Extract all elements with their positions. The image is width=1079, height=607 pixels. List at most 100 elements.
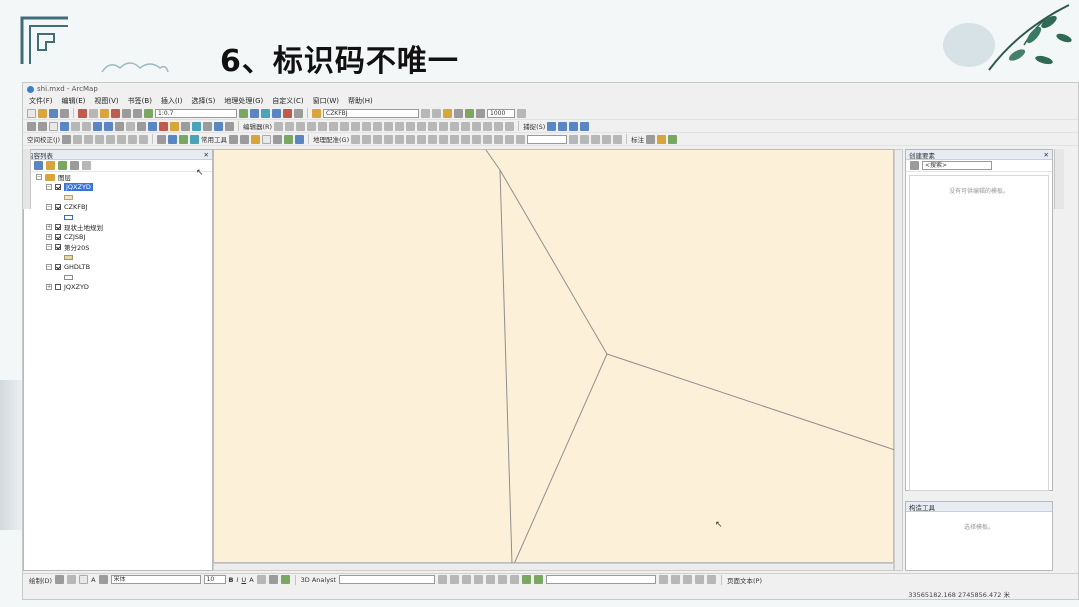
georef-tool-icon[interactable] (494, 134, 504, 144)
edit-tool-icon[interactable] (296, 121, 306, 131)
collapse-icon[interactable]: − (46, 264, 52, 270)
clear-selection-icon[interactable] (126, 121, 135, 131)
edit-tool-icon[interactable] (351, 121, 361, 131)
parcel-boundary-line[interactable] (485, 149, 608, 565)
html-popup-icon[interactable] (170, 121, 179, 131)
editor-menu[interactable]: 编辑器(R) (243, 121, 272, 131)
layer-visibility-checkbox[interactable] (55, 204, 61, 210)
forward-extent-icon[interactable] (104, 121, 113, 131)
layer-visibility-checkbox[interactable] (55, 224, 61, 230)
edit-tool-icon[interactable] (307, 121, 317, 131)
georef-tool-icon[interactable] (569, 134, 579, 144)
tool-icon[interactable] (262, 134, 271, 144)
edit-tool-icon[interactable] (417, 121, 427, 131)
toc-close-icon[interactable]: ✕ (204, 151, 209, 159)
zoom-out-icon[interactable] (38, 121, 47, 131)
georef-tool-icon[interactable] (362, 134, 372, 144)
search-window-icon[interactable] (272, 108, 281, 118)
menu-view[interactable]: 视图(V) (94, 96, 118, 106)
fixed-zoom-out-icon[interactable] (82, 121, 91, 131)
layer-group-root[interactable]: − 图层 (36, 172, 212, 182)
cut-icon[interactable] (78, 108, 87, 118)
adjust-tool-icon[interactable] (139, 134, 148, 144)
time-slider-icon[interactable] (214, 121, 223, 131)
line-color-icon[interactable] (268, 575, 278, 584)
edit-tool-icon[interactable] (285, 121, 295, 131)
3d-tool-icon[interactable] (485, 575, 495, 584)
save-icon[interactable] (49, 108, 58, 118)
edit-tool-icon[interactable] (329, 121, 339, 131)
georef-tool-icon[interactable] (428, 134, 438, 144)
text-tool-icon[interactable]: A (91, 576, 95, 584)
menu-insert[interactable]: 插入(I) (161, 96, 183, 106)
layer-item[interactable]: − 第分20S (36, 242, 212, 252)
parcel-boundary-line[interactable] (499, 169, 513, 565)
page-text-menu[interactable]: 页面文本(P) (727, 575, 762, 585)
select-features-icon[interactable] (115, 121, 124, 131)
new-document-icon[interactable] (27, 108, 36, 118)
toc-options-icon[interactable] (82, 161, 91, 170)
3d-tool-icon[interactable] (473, 575, 483, 584)
georef-tool-icon[interactable] (580, 134, 590, 144)
edit-tool-icon[interactable] (373, 121, 383, 131)
georef-tool-icon[interactable] (472, 134, 482, 144)
menu-windows[interactable]: 窗口(W) (313, 96, 339, 106)
3d-tool-icon[interactable] (706, 575, 716, 584)
print-icon[interactable] (60, 108, 69, 118)
georef-tool-icon[interactable] (417, 134, 427, 144)
3d-tool-icon[interactable] (509, 575, 519, 584)
collapse-icon[interactable]: − (46, 244, 52, 250)
undo-icon[interactable] (122, 108, 131, 118)
3d-tool-icon[interactable] (449, 575, 459, 584)
georef-tool-icon[interactable] (373, 134, 383, 144)
3d-tool-icon[interactable] (670, 575, 680, 584)
label-tool-icon[interactable] (668, 134, 678, 144)
layer-name[interactable]: JQXZYD (64, 183, 93, 191)
3d-tool-icon[interactable] (682, 575, 692, 584)
copy-icon[interactable] (89, 108, 98, 118)
fixed-zoom-in-icon[interactable] (71, 121, 80, 131)
menu-bookmarks[interactable]: 书签(B) (128, 96, 152, 106)
3d-surface-combo[interactable] (545, 575, 656, 584)
layer-item[interactable]: − JQXZYD (36, 182, 212, 192)
value-combo[interactable]: 1000 (487, 108, 515, 118)
3d-tool-icon[interactable] (497, 575, 507, 584)
edit-tool-icon[interactable] (483, 121, 493, 131)
right-dock-strip[interactable] (1054, 149, 1064, 209)
template-search-input[interactable]: <搜索> (922, 161, 992, 170)
menu-geoprocessing[interactable]: 地理处理(G) (224, 96, 263, 106)
adjust-tool-icon[interactable] (106, 134, 115, 144)
underline-button[interactable]: U (241, 576, 246, 584)
layer-item[interactable]: − CZKFBJ (36, 202, 212, 212)
3d-layer-combo[interactable] (338, 575, 435, 584)
end-snap-icon[interactable] (558, 121, 568, 131)
georef-tool-icon[interactable] (602, 134, 612, 144)
rectangle-icon[interactable] (79, 575, 89, 584)
snapping-menu[interactable]: 捕捉(S) (523, 121, 545, 131)
parcel-boundary-line[interactable] (606, 353, 896, 451)
collapse-icon[interactable]: − (46, 204, 52, 210)
bold-button[interactable]: B (229, 576, 234, 584)
3d-tool-icon[interactable] (461, 575, 471, 584)
menu-help[interactable]: 帮助(H) (348, 96, 373, 106)
menu-file[interactable]: 文件(F) (29, 96, 53, 106)
tool-icon[interactable] (465, 108, 474, 118)
tool-icon[interactable] (517, 108, 526, 118)
left-dock-strip[interactable] (23, 149, 31, 209)
edit-vertices-icon[interactable] (312, 108, 321, 118)
python-window-icon[interactable] (294, 108, 303, 118)
georef-tool-icon[interactable] (461, 134, 471, 144)
toc-window-icon[interactable] (250, 108, 259, 118)
georef-tool-icon[interactable] (505, 134, 515, 144)
edit-tool-icon[interactable] (494, 121, 504, 131)
label-menu[interactable]: 标注 (631, 134, 644, 144)
font-color-button[interactable]: A (249, 576, 253, 584)
3d-tool-icon[interactable] (658, 575, 668, 584)
layer-item[interactable]: − GHDLTB (36, 262, 212, 272)
edit-tool-icon[interactable] (274, 121, 284, 131)
edit-tool-icon[interactable] (362, 121, 372, 131)
list-by-visibility-icon[interactable] (58, 161, 67, 170)
georef-tool-icon[interactable] (613, 134, 623, 144)
edit-tool-icon[interactable] (428, 121, 438, 131)
panel-close-icon[interactable]: ✕ (1044, 151, 1049, 159)
